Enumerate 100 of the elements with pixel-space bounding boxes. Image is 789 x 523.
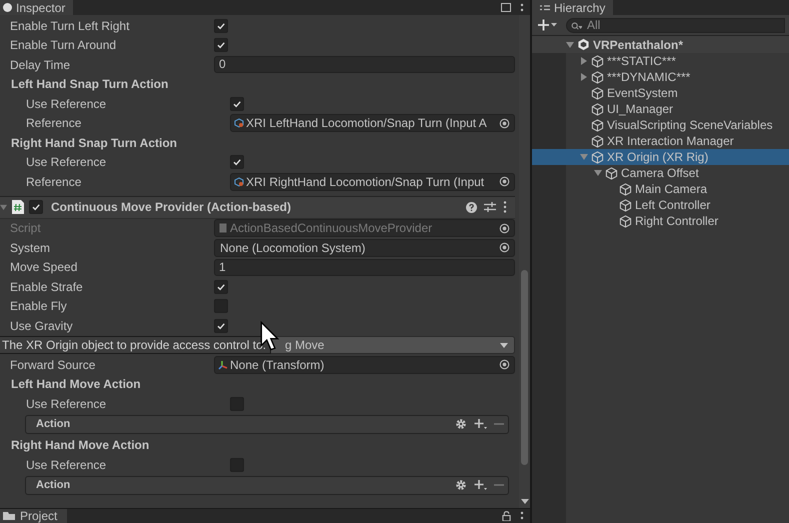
hierarchy-item[interactable]: XR Interaction Manager [532, 133, 789, 149]
field-label: Script [10, 221, 42, 236]
hierarchy-item[interactable]: Left Controller [532, 197, 789, 213]
field-label: Use Reference [26, 155, 108, 170]
component-title: Continuous Move Provider (Action-based) [51, 200, 292, 214]
section-heading: Right Hand Snap Turn Action [11, 136, 177, 150]
cube-icon [619, 182, 632, 196]
number-field[interactable]: 0 [214, 56, 515, 74]
field-label: Move Speed [10, 260, 78, 274]
object-field[interactable]: None (Transform) [214, 356, 515, 374]
list-icon [540, 4, 550, 10]
more-options-icon[interactable] [503, 201, 507, 213]
object-field[interactable]: XRI RightHand Locomotion/Snap Turn (Input [230, 172, 515, 191]
help-icon[interactable] [466, 202, 477, 212]
section-heading: Left Hand Move Action [11, 377, 141, 392]
checkbox[interactable] [214, 18, 228, 33]
scroll-down-arrow-icon[interactable] [521, 499, 529, 504]
checkbox[interactable] [29, 200, 43, 214]
script-file-icon [218, 223, 228, 234]
maximize-icon[interactable] [501, 3, 511, 12]
object-field[interactable]: None (Locomotion System) [214, 238, 515, 257]
object-value: ActionBasedContinuousMoveProvider [229, 221, 434, 236]
caret-icon [500, 342, 508, 348]
object-picker-icon[interactable] [499, 176, 510, 188]
checkmark-icon [216, 282, 226, 292]
cube-icon [591, 54, 604, 68]
search-field[interactable]: All [566, 18, 785, 32]
checkmark-icon [216, 20, 226, 31]
hierarchy-item[interactable]: Right Controller [532, 213, 789, 229]
object-picker-icon[interactable] [499, 222, 510, 234]
more-options-icon[interactable] [520, 2, 524, 12]
settings-icon[interactable] [455, 479, 467, 491]
cube-icon [591, 70, 604, 84]
preset-sliders-icon[interactable] [484, 201, 496, 213]
more-options-icon[interactable] [520, 511, 524, 521]
hierarchy-tab[interactable]: Hierarchy [532, 0, 614, 15]
hierarchy-item[interactable]: XR Origin (XR Rig) [532, 149, 789, 165]
object-field[interactable]: XRI LeftHand Locomotion/Snap Turn (Input A [230, 114, 515, 132]
checkbox[interactable] [214, 280, 228, 294]
expanded-arrow-icon[interactable] [594, 169, 602, 177]
field-label: Forward Source [10, 358, 96, 372]
field-label: Enable Fly [10, 299, 68, 314]
hierarchy-item[interactable]: ***STATIC*** [532, 53, 789, 69]
add-icon[interactable] [474, 479, 487, 491]
hierarchy-item[interactable]: VRPentathalon* [532, 36, 789, 53]
object-value: XRI LeftHand Locomotion/Snap Turn (Input A [245, 116, 488, 130]
field-label: Use Reference [26, 96, 108, 111]
field-label: Enable Turn Around [10, 38, 118, 52]
checkbox[interactable] [230, 96, 244, 111]
object-picker-icon[interactable] [499, 359, 510, 370]
hierarchy-item[interactable]: ***DYNAMIC*** [532, 69, 789, 85]
foldout-arrow-icon[interactable] [0, 204, 7, 210]
field-label: Use Reference [26, 396, 108, 411]
collapsed-arrow-icon[interactable] [580, 57, 588, 65]
object-value: None (Transform) [229, 358, 326, 372]
object-picker-icon[interactable] [499, 118, 510, 129]
checkbox[interactable] [230, 155, 244, 170]
checkmark-icon [232, 98, 242, 109]
settings-icon[interactable] [455, 418, 467, 430]
project-tab[interactable]: Project [0, 509, 68, 523]
expanded-arrow-icon[interactable] [566, 40, 574, 48]
checkbox[interactable] [230, 396, 244, 411]
checkbox[interactable] [214, 38, 228, 52]
cube-icon [591, 134, 604, 148]
field-label: System [10, 240, 52, 255]
transform-axes-icon [218, 360, 228, 370]
hierarchy-item[interactable]: EventSystem [532, 85, 789, 101]
hierarchy-item[interactable]: Camera Offset [532, 165, 789, 181]
hierarchy-item[interactable]: Main Camera [532, 181, 789, 197]
cube-icon [619, 198, 632, 212]
checkbox[interactable] [230, 458, 244, 472]
section-heading: Left Hand Snap Turn Action [11, 77, 168, 92]
add-dropdown-button[interactable] [536, 17, 560, 33]
checkmark-icon [216, 320, 226, 331]
checkbox[interactable] [214, 299, 228, 314]
scrollbar[interactable] [519, 15, 530, 508]
add-icon[interactable] [474, 418, 487, 430]
action-label: Action [36, 418, 70, 430]
component-header[interactable]: Continuous Move Provider (Action-based) [0, 196, 515, 218]
object-value: None (Locomotion System) [219, 240, 366, 255]
cube-icon [591, 118, 604, 132]
collapsed-arrow-icon[interactable] [580, 73, 588, 81]
field-label: Reference [26, 116, 82, 130]
checkbox[interactable] [214, 318, 228, 333]
field-label: Use Reference [26, 458, 108, 472]
field-label: Enable Turn Left Right [10, 18, 130, 33]
input-asset-icon [234, 118, 244, 128]
cube-icon [619, 214, 632, 228]
lock-icon[interactable] [502, 511, 511, 521]
inspector-tab[interactable]: Inspector [0, 0, 74, 15]
script-icon [12, 200, 24, 214]
field-label: Enable Strafe [10, 280, 84, 294]
hierarchy-item[interactable]: VisualScripting SceneVariables [532, 117, 789, 133]
object-picker-icon[interactable] [499, 242, 510, 254]
checkmark-icon [216, 40, 226, 50]
scene-icon [577, 38, 590, 51]
number-field[interactable]: 1 [214, 258, 515, 276]
cube-icon [605, 166, 618, 180]
section-heading: Right Hand Move Action [11, 438, 150, 452]
hierarchy-item[interactable]: UI_Manager [532, 101, 789, 117]
